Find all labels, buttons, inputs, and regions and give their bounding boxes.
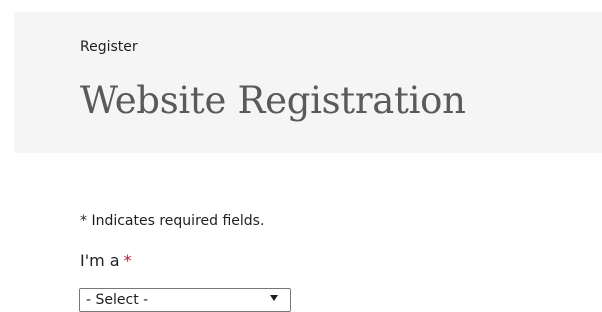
breadcrumb-item-register[interactable]: Register <box>80 39 138 55</box>
role-label-text: I'm a <box>80 251 120 270</box>
breadcrumb: Register <box>80 39 138 55</box>
role-select-value: - Select - <box>86 292 149 308</box>
role-select[interactable]: - Select - <box>79 288 291 312</box>
required-asterisk: * <box>123 251 132 270</box>
required-fields-note: * Indicates required fields. <box>80 213 265 229</box>
page-title: Website Registration <box>80 79 466 122</box>
role-field-label: I'm a * <box>80 251 132 271</box>
caret-down-icon <box>270 295 278 301</box>
